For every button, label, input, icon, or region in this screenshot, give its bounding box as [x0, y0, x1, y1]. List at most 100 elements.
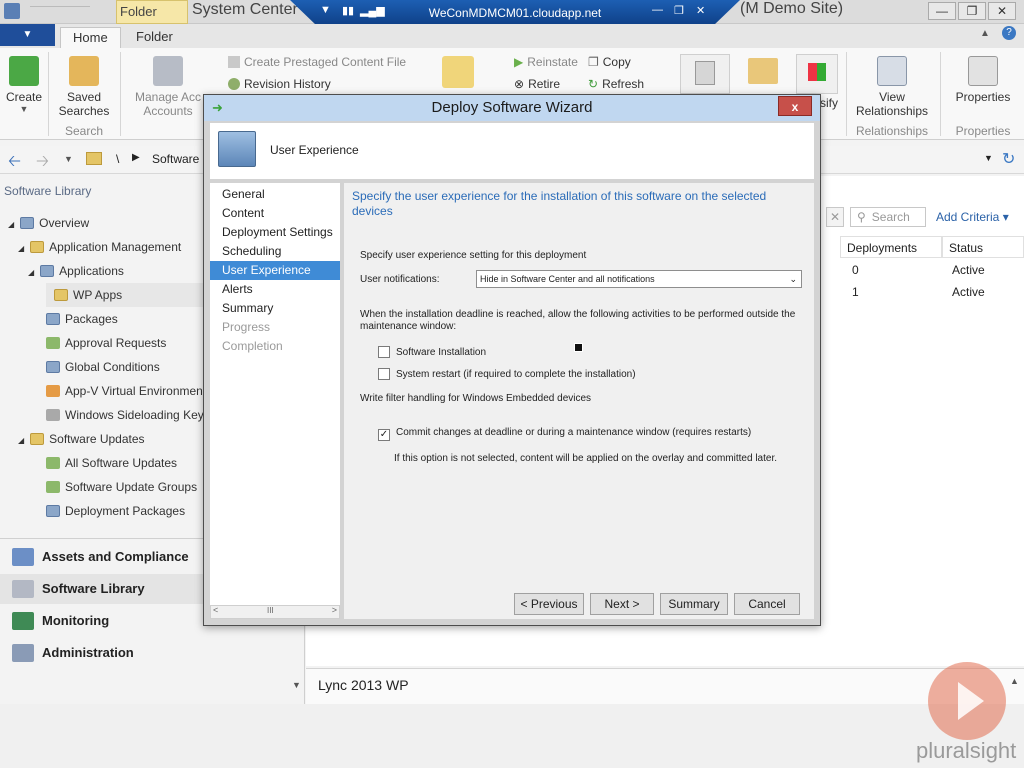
- tree-item-applications[interactable]: ◢ Applications: [28, 261, 124, 281]
- revision-history-button[interactable]: Revision History: [228, 77, 331, 91]
- create-prestaged-button[interactable]: Create Prestaged Content File: [228, 55, 406, 69]
- workspace-administration[interactable]: Administration: [0, 638, 305, 668]
- notifications-select[interactable]: Hide in Software Center and all notifica…: [476, 270, 802, 288]
- refresh-label: Refresh: [602, 77, 645, 91]
- checkbox-box[interactable]: [378, 368, 390, 380]
- tree-item-approval-requests[interactable]: Approval Requests: [46, 333, 166, 353]
- refresh-address-icon[interactable]: ↻: [1002, 149, 1015, 169]
- view-relationships-button[interactable]: View Relationships: [850, 56, 934, 118]
- tree-item-all-software-updates[interactable]: All Software Updates: [46, 453, 177, 473]
- step-summary[interactable]: Summary: [210, 299, 340, 318]
- properties-icon: [968, 56, 998, 86]
- restore-button[interactable]: ❐: [958, 2, 986, 20]
- global-conditions-icon: [46, 361, 60, 373]
- rdp-minimize-icon[interactable]: —: [652, 4, 663, 16]
- properties-group-label: Properties: [955, 124, 1011, 138]
- tree-item-update-groups[interactable]: Software Update Groups: [46, 477, 197, 497]
- step-deployment-settings[interactable]: Deployment Settings: [210, 223, 340, 242]
- create-button[interactable]: Create ▼: [4, 56, 44, 114]
- packages-icon: [46, 313, 60, 325]
- tab-folder[interactable]: Folder: [124, 27, 185, 48]
- tree-item-wp-apps[interactable]: WP Apps: [54, 285, 122, 305]
- reinstate-label: Reinstate: [527, 55, 578, 69]
- folder-icon: [30, 241, 45, 253]
- ribbon-large-button[interactable]: [680, 54, 730, 94]
- expand-icon[interactable]: ◢: [28, 268, 34, 277]
- properties-button[interactable]: Properties: [950, 56, 1016, 104]
- software-library-icon: [12, 580, 34, 598]
- watermark-text: pluralsight: [916, 738, 1017, 763]
- rdp-restore-icon[interactable]: ❐: [674, 4, 684, 17]
- refresh-button[interactable]: ↻ Refresh: [588, 77, 644, 91]
- forward-icon[interactable]: 🡢: [36, 150, 49, 177]
- system-restart-checkbox[interactable]: [378, 368, 390, 383]
- help-icon[interactable]: ?: [1002, 26, 1016, 40]
- details-title: Lync 2013 WP: [318, 677, 409, 693]
- dialog-close-button[interactable]: x: [778, 96, 812, 116]
- expand-icon[interactable]: ◢: [18, 436, 24, 445]
- check-icon[interactable]: ✓: [378, 429, 390, 441]
- file-menu-button[interactable]: ▼: [0, 24, 55, 46]
- workspace-label: Software Library: [42, 581, 145, 596]
- add-criteria-link[interactable]: Add Criteria ▾: [936, 210, 1009, 224]
- next-button[interactable]: Next >: [590, 593, 654, 615]
- tree-label: All Software Updates: [65, 456, 178, 470]
- cell-deployments: 0: [852, 263, 859, 277]
- column-header-status[interactable]: Status: [942, 236, 1024, 258]
- rdp-close-icon[interactable]: ✕: [696, 4, 705, 17]
- step-scheduling[interactable]: Scheduling: [210, 242, 340, 261]
- refresh-icon: ↻: [588, 77, 599, 91]
- search-button[interactable]: ⚲ Search: [850, 207, 926, 227]
- tree-item-packages[interactable]: Packages: [46, 309, 118, 329]
- tree-item-overview[interactable]: ◢ Overview: [8, 213, 89, 233]
- reinstate-button[interactable]: ▶ Reinstate: [514, 55, 578, 69]
- checkbox-box[interactable]: [378, 346, 390, 358]
- scroll-right-icon[interactable]: >: [332, 605, 337, 615]
- tree-item-global-conditions[interactable]: Global Conditions: [46, 357, 160, 377]
- applications-icon: [40, 265, 55, 277]
- expand-icon[interactable]: ◢: [18, 244, 24, 253]
- ribbon-collapse-icon[interactable]: ▲: [980, 28, 990, 39]
- minimize-button[interactable]: —: [928, 2, 956, 20]
- step-user-experience[interactable]: User Experience: [210, 261, 340, 280]
- tree-item-deployment-packages[interactable]: Deployment Packages: [46, 501, 185, 521]
- scroll-left-icon[interactable]: <: [213, 605, 218, 615]
- notifications-value: Hide in Software Center and all notifica…: [480, 274, 655, 284]
- step-general[interactable]: General: [210, 185, 340, 204]
- saved-searches-button[interactable]: Saved Searches: [56, 56, 112, 118]
- summary-button[interactable]: Summary: [660, 593, 728, 615]
- scroll-thumb[interactable]: III: [267, 606, 274, 615]
- breadcrumb-item[interactable]: Software: [152, 152, 199, 166]
- cancel-button[interactable]: Cancel: [734, 593, 800, 615]
- tab-home[interactable]: Home: [60, 27, 121, 48]
- clear-search-icon[interactable]: ✕: [826, 207, 844, 227]
- tree-label: Applications: [59, 264, 124, 278]
- app-icon[interactable]: [4, 3, 20, 19]
- close-button[interactable]: ✕: [988, 2, 1016, 20]
- tree-item-appv[interactable]: App-V Virtual Environmen: [46, 381, 203, 401]
- tree-item-software-updates[interactable]: ◢ Software Updates: [18, 429, 145, 449]
- workspace-menu-icon[interactable]: ▼: [292, 680, 301, 690]
- steps-scrollbar[interactable]: < III >: [210, 605, 340, 619]
- retire-button[interactable]: ⊗ Retire: [514, 77, 560, 91]
- history-dropdown-icon[interactable]: ▼: [64, 154, 73, 164]
- tree-item-application-management[interactable]: ◢ Application Management: [18, 237, 181, 257]
- details-collapse-icon[interactable]: ▲: [1010, 676, 1019, 686]
- column-header-deployments[interactable]: Deployments: [840, 236, 942, 258]
- tree-item-sideloading[interactable]: Windows Sideloading Keys: [46, 405, 210, 425]
- software-installation-checkbox[interactable]: [378, 346, 390, 361]
- step-alerts[interactable]: Alerts: [210, 280, 340, 299]
- commit-changes-checkbox[interactable]: ✓: [378, 426, 390, 441]
- manage-accounts-button[interactable]: Manage Acc Accounts: [132, 56, 204, 118]
- step-content[interactable]: Content: [210, 204, 340, 223]
- folder-move-icon[interactable]: [748, 58, 778, 84]
- previous-button[interactable]: < Previous: [514, 593, 584, 615]
- address-dropdown-icon[interactable]: ▼: [984, 153, 993, 163]
- deploy-icon[interactable]: [442, 56, 474, 88]
- breadcrumb-arrow-icon[interactable]: ▶: [132, 152, 140, 163]
- expand-icon[interactable]: ◢: [8, 220, 14, 229]
- categorize-button[interactable]: [796, 54, 838, 94]
- copy-button[interactable]: ❐ Copy: [588, 55, 631, 69]
- back-icon[interactable]: 🡠: [8, 150, 21, 177]
- status-area: [0, 704, 1024, 768]
